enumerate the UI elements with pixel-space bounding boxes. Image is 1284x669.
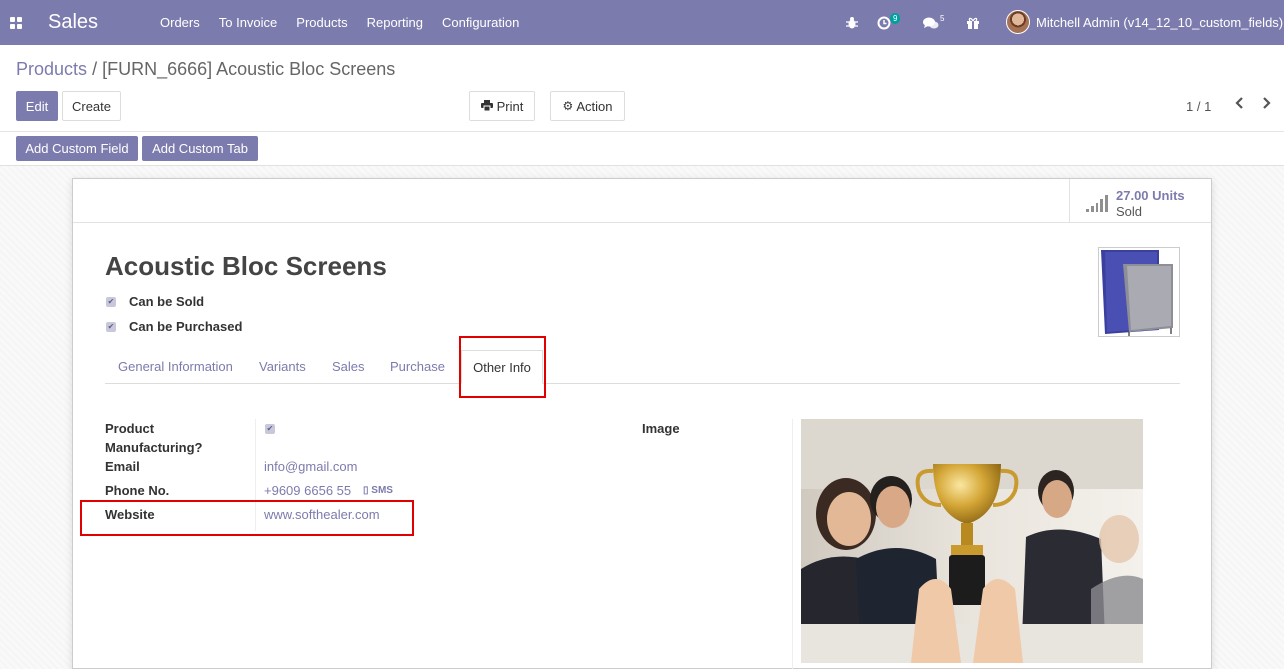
messages-count-badge: 5 <box>940 14 945 23</box>
email-label: Email <box>105 459 140 474</box>
sms-button[interactable]: ▯ SMS <box>363 485 393 496</box>
phone-label: Phone No. <box>105 483 170 498</box>
manufacturing-label: Product Manufacturing? <box>105 419 203 457</box>
tabs-baseline <box>105 383 1180 384</box>
tab-purchase[interactable]: Purchase <box>390 359 445 374</box>
tab-variants[interactable]: Variants <box>259 359 306 374</box>
menu-item-orders[interactable]: Orders <box>160 15 200 30</box>
menu-item-configuration[interactable]: Configuration <box>442 15 519 30</box>
breadcrumb-separator: / <box>92 59 98 79</box>
can-be-sold-checkbox[interactable]: ✔ <box>106 296 116 307</box>
print-label: Print <box>496 98 524 114</box>
product-name: Acoustic Bloc Screens <box>105 251 387 281</box>
can-be-purchased-label: Can be Purchased <box>129 319 243 334</box>
pager-previous-icon[interactable] <box>1234 96 1244 115</box>
sms-label: SMS <box>371 485 393 496</box>
edit-button[interactable]: Edit <box>16 91 58 121</box>
user-menu[interactable]: Mitchell Admin (v14_12_10_custom_fields) <box>1036 0 1283 45</box>
pager-next-icon[interactable] <box>1262 96 1272 115</box>
print-icon <box>480 99 493 114</box>
smart-button-box: 27.00 Units Sold <box>73 179 1211 223</box>
website-field-highlight <box>80 500 414 536</box>
action-button[interactable]: ⚙ Action <box>550 91 625 121</box>
manufacturing-checkbox[interactable]: ✔ <box>265 424 275 434</box>
menu-item-reporting[interactable]: Reporting <box>367 15 423 30</box>
apps-menu-icon[interactable] <box>10 0 24 45</box>
activity-clock-icon[interactable] <box>877 0 891 45</box>
trophy-photo[interactable] <box>801 419 1143 663</box>
can-be-purchased-checkbox[interactable]: ✔ <box>106 321 116 332</box>
form-sheet: 27.00 Units Sold Acoustic Bloc Screens ✔… <box>72 178 1212 669</box>
chat-icon[interactable] <box>923 0 939 45</box>
image-label: Image <box>642 421 680 436</box>
product-thumbnail[interactable] <box>1098 247 1180 337</box>
tab-general-information[interactable]: General Information <box>118 359 233 374</box>
image-separator <box>792 419 793 669</box>
gift-icon[interactable] <box>966 0 980 45</box>
email-value[interactable]: info@gmail.com <box>264 459 357 474</box>
pager-value[interactable]: 1 / 1 <box>1186 99 1211 114</box>
app-brand[interactable]: Sales <box>48 0 98 45</box>
breadcrumb-parent[interactable]: Products <box>16 59 87 79</box>
breadcrumb: Products / [FURN_6666] Acoustic Bloc Scr… <box>16 59 395 80</box>
other-info-tab-highlight <box>459 336 546 398</box>
add-custom-field-button[interactable]: Add Custom Field <box>16 136 138 161</box>
can-be-sold-label: Can be Sold <box>129 294 205 309</box>
menu-item-to-invoice[interactable]: To Invoice <box>219 15 278 30</box>
user-avatar[interactable] <box>1006 10 1030 34</box>
units-sold-value: 27.00 Units <box>1116 188 1185 203</box>
manufacturing-label-line-2: Manufacturing? <box>105 440 203 455</box>
mobile-icon: ▯ <box>363 485 369 496</box>
add-custom-tab-button[interactable]: Add Custom Tab <box>142 136 258 161</box>
action-label: Action <box>576 98 613 114</box>
can-be-purchased-row: ✔ Can be Purchased <box>106 319 242 334</box>
menu-item-products[interactable]: Products <box>296 15 347 30</box>
tab-sales[interactable]: Sales <box>332 359 365 374</box>
main-menu: Orders To Invoice Products Reporting Con… <box>160 0 538 45</box>
create-button[interactable]: Create <box>62 91 121 121</box>
manufacturing-label-line-1: Product <box>105 421 155 436</box>
phone-value[interactable]: +9609 6656 55 <box>264 483 351 498</box>
print-button[interactable]: Print <box>469 91 535 121</box>
units-sold-smart-button[interactable]: 27.00 Units Sold <box>1069 179 1211 223</box>
control-panel-divider <box>0 131 1284 132</box>
breadcrumb-current: [FURN_6666] Acoustic Bloc Screens <box>102 59 396 79</box>
top-navbar: Sales Orders To Invoice Products Reporti… <box>0 0 1284 45</box>
signal-bars-icon <box>1086 192 1108 212</box>
units-sold-label: Sold <box>1116 204 1143 219</box>
gear-icon: ⚙ <box>562 99 574 113</box>
activity-count-badge: 9 <box>890 13 901 24</box>
can-be-sold-row: ✔ Can be Sold <box>106 294 204 309</box>
bug-icon[interactable] <box>845 0 859 45</box>
